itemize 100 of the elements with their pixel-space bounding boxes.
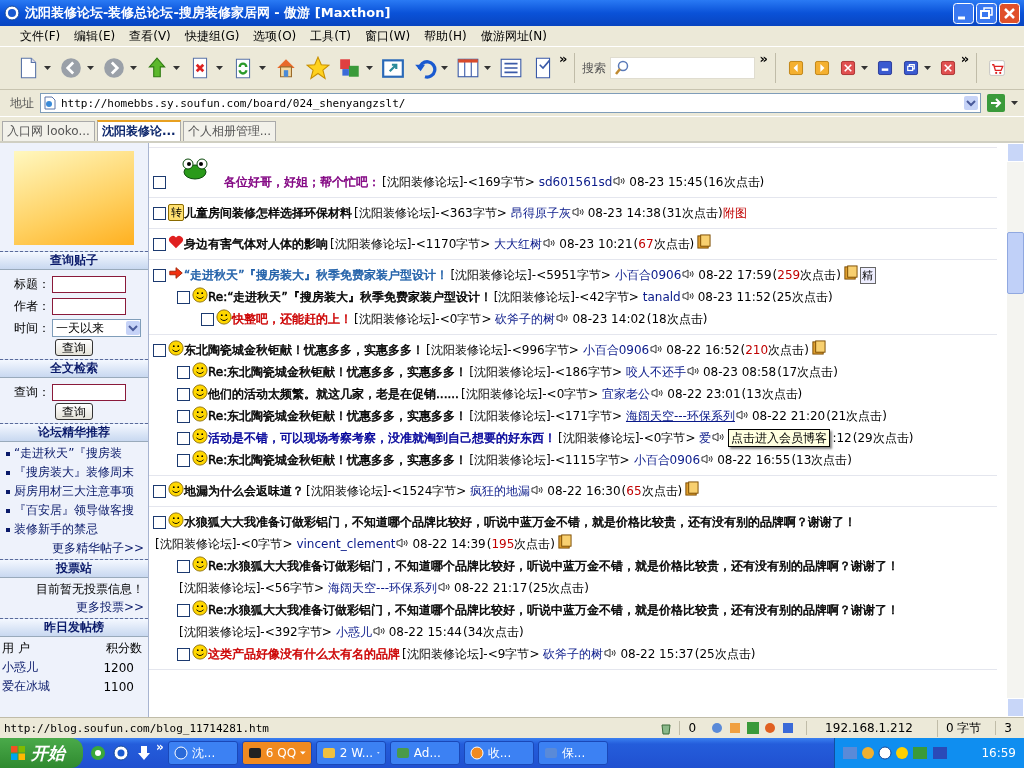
checkbox[interactable] [177, 432, 190, 445]
search-field[interactable] [610, 57, 756, 79]
window-icon[interactable] [381, 56, 405, 80]
menu-item[interactable]: 帮助(H) [418, 27, 473, 45]
search-button[interactable]: 查询 [55, 339, 93, 356]
start-button[interactable]: 开始 [0, 738, 83, 768]
caret-icon[interactable] [923, 66, 931, 70]
more-chevron[interactable]: » [759, 51, 768, 66]
checkbox[interactable] [153, 176, 166, 189]
menu-item[interactable]: 文件(F) [14, 27, 67, 45]
caret-icon[interactable] [130, 66, 137, 70]
post-title-link[interactable]: 身边有害气体对人体的影响 [184, 237, 328, 251]
caret-icon[interactable] [87, 66, 94, 70]
checkbox[interactable] [153, 485, 166, 498]
browser-tab[interactable]: 个人相册管理... [182, 121, 277, 141]
author-link[interactable]: 小百合0906 [633, 453, 701, 467]
menu-item[interactable]: 窗口(W) [359, 27, 417, 45]
more-chevron[interactable]: » [156, 740, 164, 754]
input-field[interactable] [52, 383, 126, 401]
author-link[interactable]: 昂得原子灰 [510, 206, 571, 220]
close-icon[interactable] [938, 59, 957, 77]
caret-icon[interactable] [366, 66, 373, 70]
author-link[interactable]: 砍斧子的树 [543, 647, 604, 661]
post-title-link[interactable]: 水狼狐大大我准备订做彩铝门，不知道哪个品牌比较好，听说中蓝万金不错，就是价格比较贵，还有没有别的品牌啊？谢谢了！ [184, 515, 856, 529]
checkbox[interactable] [153, 269, 166, 282]
post-title-link[interactable]: 地漏为什么会返味道？ [184, 484, 304, 498]
menu-item[interactable]: 工具(T) [304, 27, 357, 45]
post-title-link[interactable]: 快整吧，还能赶的上！ [232, 312, 352, 326]
caret-icon[interactable] [216, 66, 223, 70]
minimize-icon[interactable] [875, 59, 894, 77]
post-title-link[interactable]: 东北陶瓷城金秋钜献！忧惠多多，实惠多多！ [184, 343, 424, 357]
menu-item[interactable]: 快捷组(G) [178, 27, 246, 45]
close-button[interactable] [999, 2, 1020, 24]
author-link[interactable]: 疯狂的地漏 [470, 484, 531, 498]
colored-blocks-icon[interactable] [338, 56, 362, 80]
featured-link[interactable]: 装修新手的禁忌 [14, 521, 98, 538]
browser-tab[interactable]: 入口网 looko... [2, 121, 95, 141]
up-arrow-icon[interactable] [145, 56, 169, 80]
dropdown-field[interactable]: 一天以来 [52, 319, 141, 337]
menu-item[interactable]: 查看(V) [123, 27, 177, 45]
author-link[interactable]: 小惑儿 [335, 625, 372, 639]
caret-icon[interactable] [441, 66, 448, 70]
checkbox[interactable] [177, 388, 190, 401]
post-title-link[interactable]: Re:东北陶瓷城金秋钜献！忧惠多多，实惠多多！ [208, 365, 468, 379]
checkbox[interactable] [201, 313, 214, 326]
cart-icon[interactable] [988, 59, 1007, 77]
author-link[interactable]: tanald [642, 290, 681, 304]
checkbox[interactable] [177, 560, 190, 573]
quick-launch-icon[interactable] [90, 745, 106, 761]
input-field[interactable] [52, 275, 126, 293]
address-field[interactable]: http://homebbs.sy.soufun.com/board/024_shenyangzslt/ [40, 93, 981, 113]
author-link[interactable]: 海阔天空---环保系列 [625, 409, 735, 423]
checkbox[interactable] [153, 238, 166, 251]
post-title-link[interactable]: Re:水狼狐大大我准备订做彩铝门，不知道哪个品牌比较好，听说中蓝万金不错，就是价格比较贵，还有没有别的品牌啊？谢谢了！ [208, 559, 900, 573]
taskbar-button[interactable]: 收... [463, 741, 534, 765]
quick-launch-icon[interactable] [113, 745, 129, 761]
more-chevron[interactable]: » [960, 51, 970, 66]
author-link[interactable]: 小百合0906 [614, 268, 682, 282]
post-title-link[interactable]: “走进秋天”『搜房装大』秋季免费家装户型设计！ [184, 268, 449, 282]
user-link[interactable]: 爱在冰城 [2, 678, 50, 695]
checkbox[interactable] [153, 207, 166, 220]
star-icon[interactable] [306, 56, 330, 80]
post-title-link[interactable]: 他们的活动太频繁。就这几家，老是在促销...... [208, 387, 459, 401]
user-link[interactable]: 小惑儿 [2, 659, 38, 676]
taskbar-button[interactable]: 保... [537, 741, 608, 765]
menu-item[interactable]: 编辑(E) [68, 27, 122, 45]
author-link[interactable]: 咬人不还手 [625, 365, 686, 379]
browser-tab[interactable]: 沈阳装修论... [96, 120, 181, 141]
minimize-button[interactable] [953, 2, 974, 24]
author-link[interactable]: vincent_clement [296, 537, 396, 551]
taskbar-button[interactable]: Ad... [389, 741, 460, 765]
scrollbar[interactable] [1007, 143, 1024, 717]
featured-link[interactable]: 『百安居』领导做客搜 [14, 502, 134, 519]
columns-icon[interactable] [456, 56, 480, 80]
author-link[interactable]: 砍斧子的树 [495, 312, 556, 326]
more-chevron[interactable]: » [559, 51, 568, 66]
input-field[interactable] [52, 297, 126, 315]
checkbox[interactable] [177, 454, 190, 467]
taskbar-button[interactable]: 2 W... [315, 741, 386, 765]
checkbox[interactable] [153, 516, 166, 529]
close-icon[interactable] [838, 59, 857, 77]
checkbox[interactable] [177, 291, 190, 304]
post-title-link[interactable]: 活动是不错，可以现场考察考察，没准就淘到自己想要的好东西！ [208, 431, 556, 445]
post-title-link[interactable]: 这类产品好像没有什么太有名的品牌 [208, 647, 400, 661]
post-title-link[interactable]: 各位好哥，好姐；帮个忙吧： [224, 175, 380, 189]
author-link[interactable]: 宜家老公 [602, 387, 651, 401]
caret-icon[interactable] [173, 66, 180, 70]
checkbox[interactable] [177, 410, 190, 423]
post-title-link[interactable]: Re:东北陶瓷城金秋钜献！忧惠多多，实惠多多！ [208, 409, 468, 423]
restore-icon[interactable] [901, 59, 920, 77]
caret-icon[interactable] [1011, 101, 1018, 105]
checkbox[interactable] [177, 604, 190, 617]
caret-icon[interactable] [484, 66, 491, 70]
author-link[interactable]: 海阔天空---环保系列 [328, 581, 438, 595]
more-link[interactable]: 更多精华帖子>> [51, 541, 144, 555]
featured-link[interactable]: 厨房用材三大注意事项 [14, 483, 134, 500]
checkbox[interactable] [177, 366, 190, 379]
featured-link[interactable]: 『搜房装大』装修周末 [14, 464, 134, 481]
menu-item[interactable]: 选项(O) [247, 27, 303, 45]
post-title-link[interactable]: 儿童房间装修怎样选择环保材料 [184, 206, 352, 220]
